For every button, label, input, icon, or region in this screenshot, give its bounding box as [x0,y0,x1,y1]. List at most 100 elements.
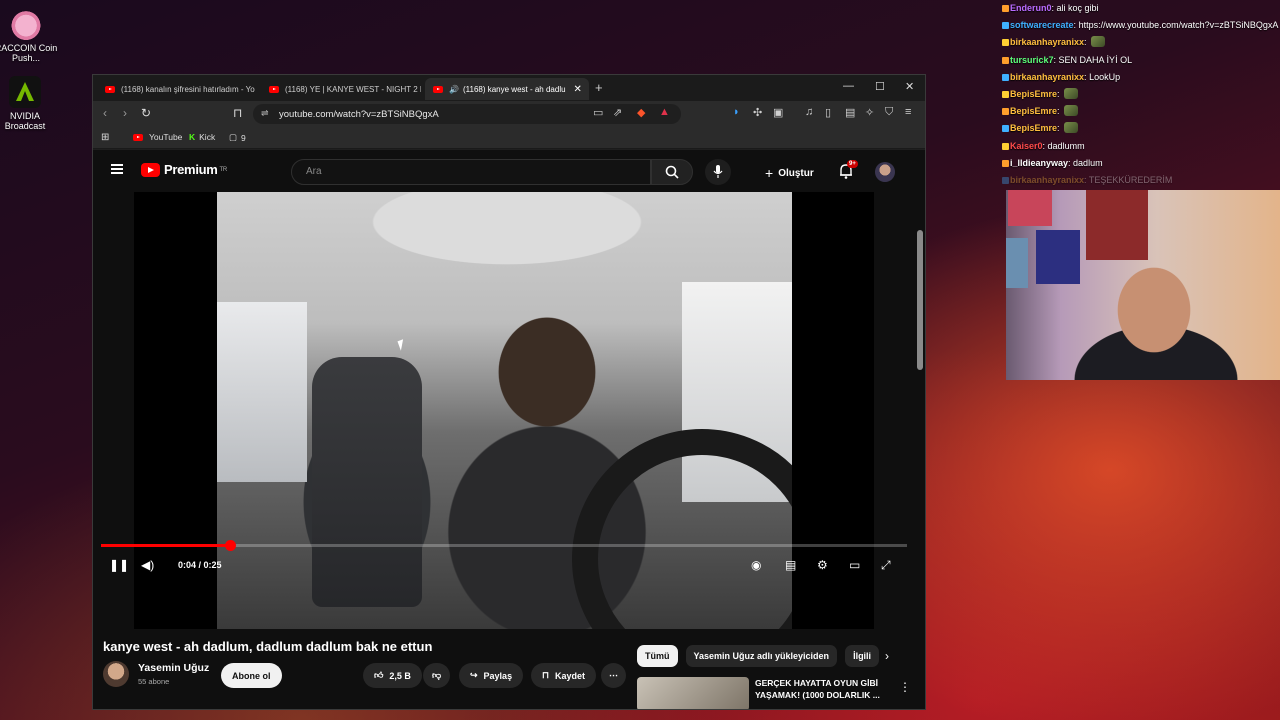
raccoin-label: RACCOIN Coin Push... [0,43,58,63]
chat-message: BepisEmre: [1002,103,1280,120]
nvidia-icon [9,76,41,108]
video-progress-bar[interactable] [101,540,907,551]
leo-ai-icon[interactable]: ✧ [865,106,874,119]
share-label: Paylaş [483,670,513,681]
chat-username: Kaiser0 [1010,140,1043,151]
scrubber-handle[interactable] [224,540,236,551]
account-avatar[interactable] [875,162,895,182]
share-icon[interactable]: ⇗ [613,106,622,119]
video-title: kanye west - ah dadlum, dadlum dadlum ba… [103,639,433,654]
thumbs-up-icon: 👍︎ [374,670,384,680]
subscribe-button[interactable]: Abone ol [221,663,282,688]
tab-3-active[interactable]: 🔊 (1168) kanye west - ah dadlu ✕ [425,78,589,100]
chat-username: softwarecreate [1010,20,1074,31]
bookmarks-bar: ⊞ YouTube K Kick ▢ 9 [93,127,925,149]
channel-name[interactable]: Yasemin Uğuz [138,662,209,674]
chat-text: LookUp [1089,71,1121,82]
more-actions-button[interactable]: ⋯ [601,663,626,688]
create-button[interactable]: + Oluştur [765,165,814,181]
channel-avatar[interactable] [103,661,129,687]
voice-search-button[interactable] [705,159,731,185]
fullscreen-icon[interactable]: ⤢ [881,558,891,573]
channel-info[interactable]: Yasemin Uğuz 55 abone [103,661,209,687]
chat-username: BepisEmre [1010,89,1058,100]
wallet-icon[interactable]: ▤ [845,106,855,119]
recommendation-thumbnail[interactable] [637,677,749,709]
bookmark-folder[interactable]: ▢ 9 [229,132,246,143]
autoplay-toggle-icon[interactable]: ◉ [751,558,761,572]
search-input[interactable]: Ara [291,159,651,185]
chat-text: dadlumm [1047,140,1085,151]
close-window-button[interactable]: ✕ [905,80,914,93]
nvidia-broadcast-desktop-icon[interactable]: NVIDIA Broadcast [0,76,57,131]
maximize-button[interactable]: ☐ [875,80,885,93]
page-scrollbar[interactable] [917,230,923,370]
tab-label: (1168) kanalın şifresini hatırladım - Yo [121,84,255,94]
logo-region: TR [219,166,228,173]
recommendation-chips: Tümü Yasemin Uğuz adlı yükleyiciden İlgi… [637,645,880,667]
chat-text: https://www.youtube.com/watch?v=zBTSiNBQ… [1078,20,1279,31]
save-button[interactable]: ⊓ Kaydet [531,663,597,688]
wall-poster [1086,190,1148,260]
youtube-header: Premium TR Ara + Oluştur 9+ [93,150,925,194]
microphone-icon [713,165,723,178]
recommendation-item[interactable]: GERÇEK HAYATTA OYUN GİBİ YAŞAMAK! (1000 … [637,677,895,709]
dislike-button[interactable]: 👎︎ [423,663,451,688]
theater-mode-icon[interactable]: ▭ [849,558,860,572]
chat-message: birkaanhayranixx: LookUp [1002,69,1280,86]
apps-icon[interactable]: ⊞ [101,132,109,143]
bookmark-youtube[interactable]: YouTube [133,132,182,142]
youtube-favicon-icon [433,85,443,93]
search-button[interactable] [651,159,693,185]
sidebar-icon[interactable]: ▯ [825,106,831,119]
subtitles-icon[interactable]: ▤ [785,558,796,572]
back-button[interactable]: ‹ [103,106,107,120]
media-icon[interactable]: ♫ [805,106,813,118]
nvidia-label: NVIDIA Broadcast [4,111,46,131]
bookmark-icon[interactable]: ⊓ [233,106,242,120]
chat-username: birkaanhayranixx [1010,71,1085,82]
chat-username: i_lldieanyway [1010,157,1069,168]
like-button[interactable]: 👍︎ 2,5 B [363,663,422,688]
recommendation-title[interactable]: GERÇEK HAYATTA OYUN GİBİ YAŞAMAK! (1000 … [755,677,895,709]
chip-from-uploader[interactable]: Yasemin Uğuz adlı yükleyiciden [685,645,838,667]
tab-2[interactable]: (1168) YE | KANYE WEST - NIGHT 2 FU [261,78,421,100]
brave-shield-icon[interactable]: ◆ [637,106,645,119]
forward-button[interactable]: › [123,106,127,120]
settings-gear-icon[interactable]: ⚙ [817,558,828,572]
screenshot-icon[interactable]: ▣ [773,106,783,119]
speech-icon[interactable]: ◗ [733,106,740,118]
chat-message: birkaanhayranixx: TEŞEKKÜREDERİM [1002,172,1280,189]
cast-icon[interactable]: ▭ [593,106,603,119]
pause-button[interactable]: ❚❚ [109,558,129,572]
chip-all[interactable]: Tümü [637,645,678,667]
chat-message: BepisEmre: [1002,120,1280,137]
bookmark-kick[interactable]: K Kick [189,132,215,142]
close-tab-icon[interactable]: ✕ [574,84,582,95]
volume-icon[interactable]: ◀) [141,558,154,572]
more-vert-icon[interactable]: ⋮ [899,680,911,694]
chat-message: birkaanhayranixx: [1002,34,1280,51]
site-info-icon[interactable]: ⇌ [261,108,269,119]
hamburger-menu-icon[interactable] [111,164,123,174]
chip-related[interactable]: İlgili [845,645,880,667]
extensions-icon[interactable]: ✣ [753,106,762,119]
chat-badge-icon [1002,91,1009,99]
chat-emote-icon [1064,105,1079,117]
chat-emote-icon [1091,36,1106,48]
chat-message: tursurick7: SEN DAHA İYİ OL [1002,52,1280,69]
brave-rewards-icon[interactable]: ▲ [659,106,670,118]
tab-1[interactable]: (1168) kanalın şifresini hatırladım - Yo [97,78,257,100]
new-tab-button[interactable]: + [595,80,603,95]
minimize-button[interactable]: — [843,80,854,92]
share-button[interactable]: ↪ Paylaş [459,663,524,688]
chevron-right-icon[interactable]: › [885,649,889,663]
reload-button[interactable]: ↻ [141,106,151,120]
youtube-premium-logo[interactable]: Premium TR [141,162,227,177]
kick-icon: K [189,132,196,142]
vpn-icon[interactable]: ⛉ [885,106,893,119]
subscriber-count: 55 abone [138,677,170,686]
raccoin-desktop-icon[interactable]: RACCOIN Coin Push... [0,8,58,63]
menu-icon[interactable]: ≡ [905,106,911,118]
player-controls: ❚❚ ◀) 0:04 / 0:25 ◉ ▤ ⚙ ▭ ⤢ [93,554,925,584]
